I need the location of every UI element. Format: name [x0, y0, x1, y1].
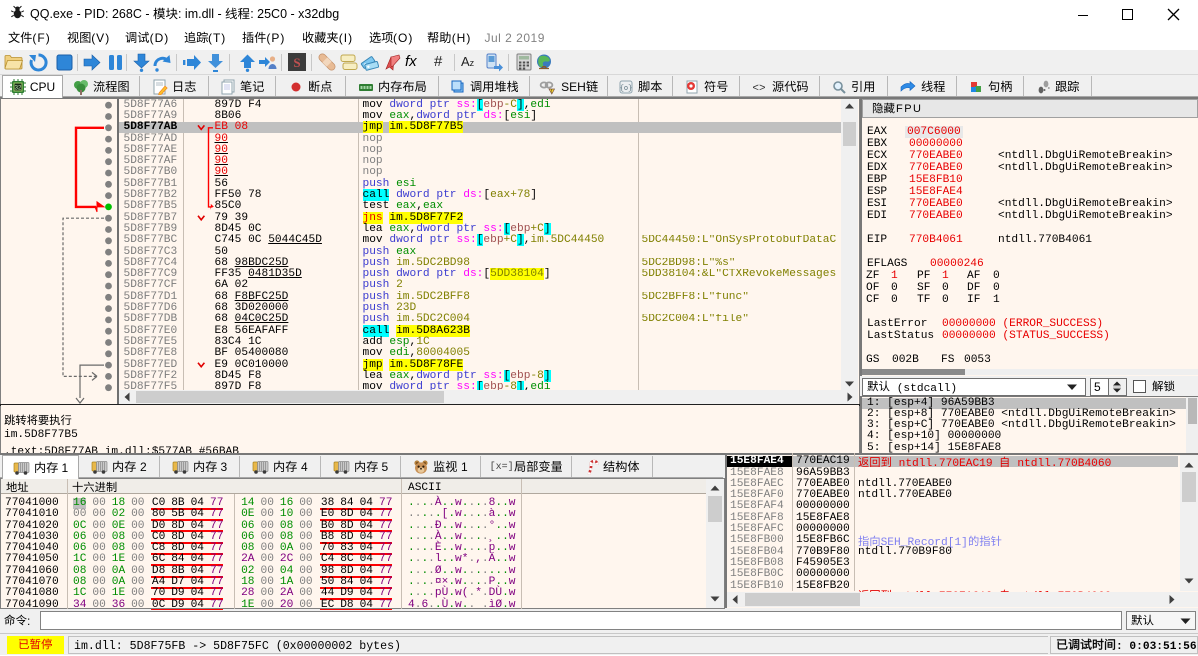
- svg-text:32: 32: [14, 86, 21, 92]
